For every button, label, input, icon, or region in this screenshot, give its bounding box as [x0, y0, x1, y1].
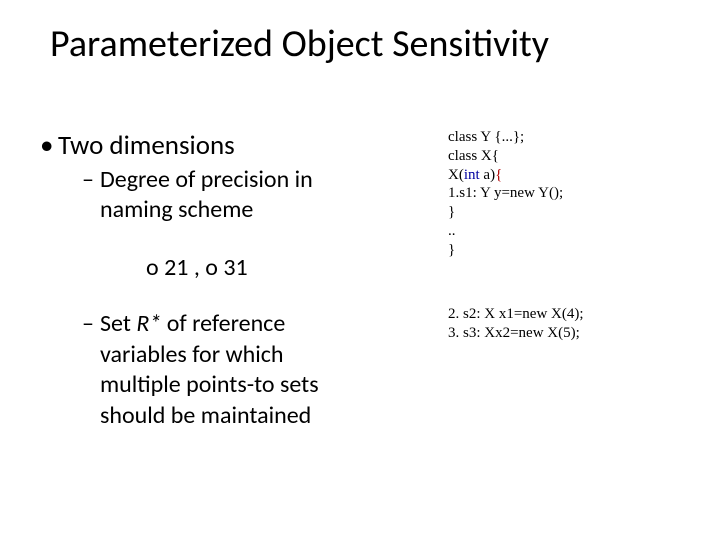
example-objects: o 21 , o 31: [146, 254, 420, 282]
code-line: ..: [448, 222, 698, 241]
page-title: Parameterized Object Sensitivity: [50, 24, 690, 66]
code-brace: {: [495, 167, 502, 183]
code-line: class X{: [448, 147, 698, 166]
subitem-rstar-line4: should be maintained: [100, 403, 420, 429]
code-snippet: class Y {...}; class X{ X(int a){ 1.s1: …: [448, 128, 698, 343]
subitem-precision-line1: Degree of precision in: [100, 165, 313, 194]
dash-icon: –: [82, 167, 100, 193]
code-line: 1.s1: Y y=new Y();: [448, 184, 698, 203]
subitem-rstar-line3: multiple points-to sets: [100, 372, 420, 398]
rstar-symbol: R*: [136, 309, 161, 338]
bullet-two-dimensions: •Two dimensions: [40, 130, 420, 161]
subitem-precision-cont: naming scheme: [100, 197, 420, 223]
dash-icon: –: [82, 311, 100, 337]
slide: Parameterized Object Sensitivity •Two di…: [0, 0, 720, 540]
rstar-prefix: Set: [100, 309, 136, 338]
code-line: X(int a){: [448, 166, 698, 185]
subitem-rstar: –Set R* of reference: [82, 311, 420, 337]
body-content: •Two dimensions –Degree of precision in …: [40, 130, 420, 433]
code-line: 2. s2: X x1=new X(4);: [448, 305, 698, 324]
code-frag: a): [480, 167, 495, 183]
subitem-precision: –Degree of precision in: [82, 167, 420, 193]
bullet-text: Two dimensions: [58, 129, 235, 162]
code-line: }: [448, 203, 698, 222]
code-line: 3. s3: Xx2=new X(5);: [448, 324, 698, 343]
code-frag: X(: [448, 167, 464, 183]
code-gap: [448, 259, 698, 305]
rstar-suffix: of reference: [161, 309, 285, 338]
bullet-icon: •: [40, 130, 58, 161]
code-line: }: [448, 241, 698, 260]
code-keyword: int: [464, 167, 480, 183]
subitem-rstar-line2: variables for which: [100, 342, 420, 368]
subitem-precision-line2: naming scheme: [100, 195, 253, 224]
code-line: class Y {...};: [448, 128, 698, 147]
